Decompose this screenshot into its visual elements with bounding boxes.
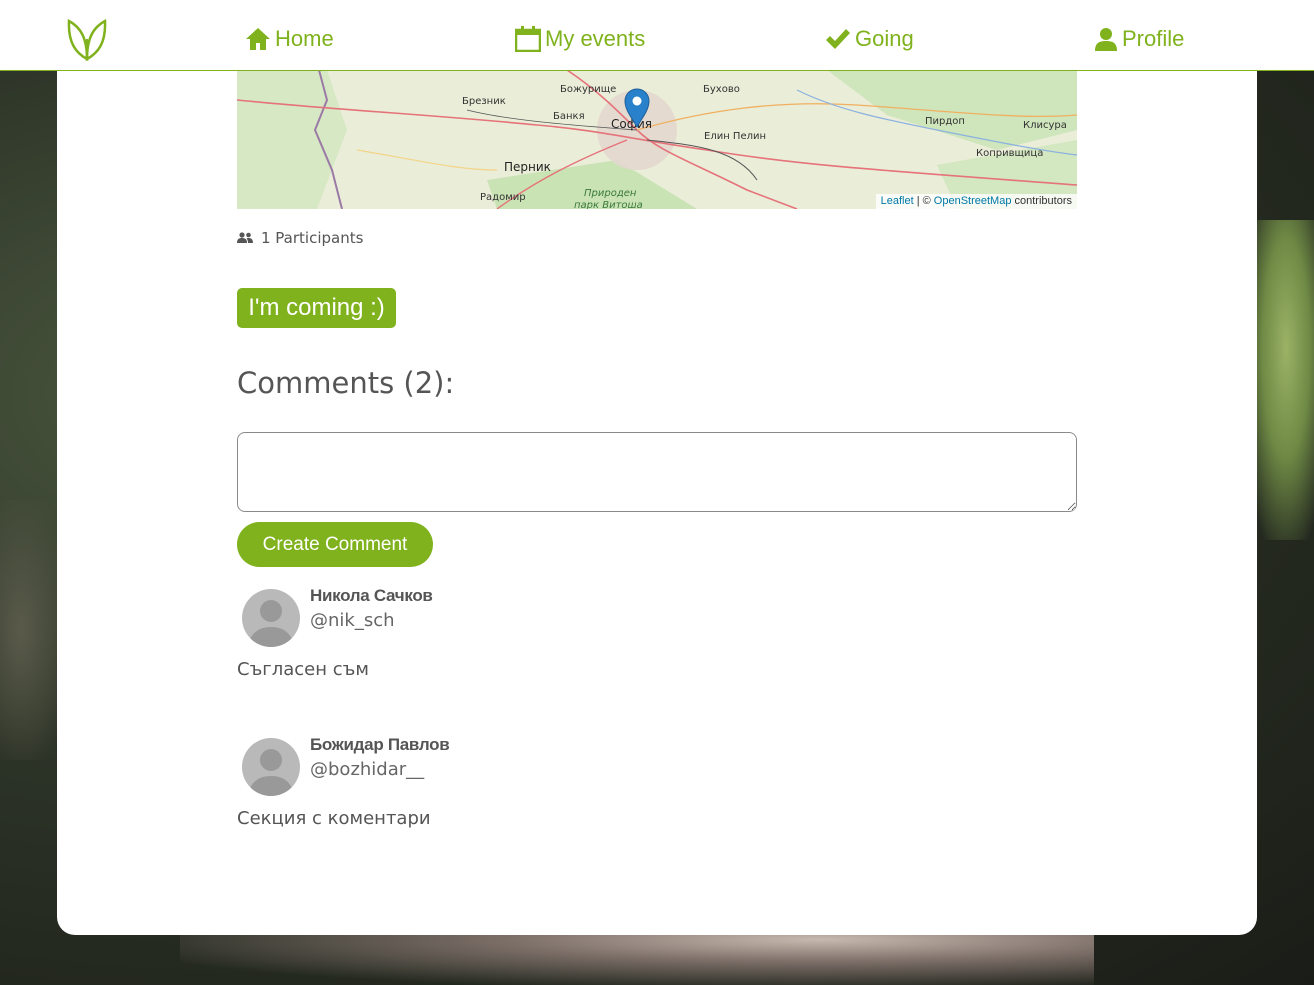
comment-author-name[interactable]: Божидар Павлов xyxy=(310,735,450,755)
participants-count: 1 Participants xyxy=(237,229,363,247)
map-label: Копривщица xyxy=(976,148,1044,159)
map-label: Елин Пелин xyxy=(704,131,767,142)
map-label: Перник xyxy=(504,160,551,174)
comment-item: Божидар Павлов @bozhidar__ Секция с коме… xyxy=(237,735,1077,848)
attribution-separator: | © xyxy=(916,195,931,207)
nav-my-events[interactable]: My events xyxy=(515,22,645,56)
nav-going[interactable]: Going xyxy=(825,22,914,56)
comments-title: Comments (2): xyxy=(237,366,455,400)
comment-text: Съгласен съм xyxy=(237,659,369,680)
map-tiles xyxy=(237,70,1077,209)
map-marker-icon[interactable] xyxy=(624,88,650,128)
osm-link[interactable]: OpenStreetMap xyxy=(934,195,1012,207)
im-coming-button[interactable]: I'm coming :) xyxy=(237,288,396,328)
comment-author-handle[interactable]: @nik_sch xyxy=(310,610,395,631)
attribution-suffix: contributors xyxy=(1014,195,1072,207)
nav-profile[interactable]: Profile xyxy=(1094,22,1184,56)
event-map[interactable]: Брезник Божурище Бухово Банкя София Елин… xyxy=(237,70,1077,209)
leaf-logo-icon[interactable] xyxy=(66,17,108,61)
nav-home-label: Home xyxy=(275,26,334,51)
map-label: парк Витоша xyxy=(574,200,643,209)
nav-profile-label: Profile xyxy=(1122,26,1185,51)
map-attribution: Leaflet | © OpenStreetMap contributors xyxy=(875,194,1077,209)
comment-text: Секция с коментари xyxy=(237,808,431,829)
people-icon xyxy=(237,232,253,243)
map-label: Брезник xyxy=(462,96,506,107)
leaflet-link[interactable]: Leaflet xyxy=(881,195,914,207)
map-label: Бухово xyxy=(703,84,740,95)
map-label: Пирдоп xyxy=(925,116,965,127)
participants-label: 1 Participants xyxy=(261,229,364,247)
comment-author-name[interactable]: Никола Сачков xyxy=(310,586,433,606)
user-icon xyxy=(1095,28,1117,51)
nav-home[interactable]: Home xyxy=(245,22,334,56)
map-label: Природен xyxy=(584,188,637,199)
checkmark-icon xyxy=(826,29,850,49)
comment-item: Никола Сачков @nik_sch Съгласен съм xyxy=(237,586,1077,699)
nav-going-label: Going xyxy=(855,26,914,51)
calendar-icon xyxy=(515,26,541,52)
top-navbar: Home My events Going Profile xyxy=(0,0,1314,71)
default-avatar-icon xyxy=(248,600,294,647)
map-label: Божурище xyxy=(560,84,617,95)
map-label: Радомир xyxy=(480,192,526,203)
map-label: Банкя xyxy=(553,111,585,122)
default-avatar-icon xyxy=(248,749,294,796)
comment-input[interactable] xyxy=(237,432,1077,512)
create-comment-button[interactable]: Create Comment xyxy=(237,522,433,567)
nav-my-events-label: My events xyxy=(545,26,646,51)
avatar[interactable] xyxy=(242,738,300,796)
map-label: Клисура xyxy=(1023,120,1067,131)
comment-author-handle[interactable]: @bozhidar__ xyxy=(310,759,424,780)
avatar[interactable] xyxy=(242,589,300,647)
home-icon xyxy=(246,28,270,50)
